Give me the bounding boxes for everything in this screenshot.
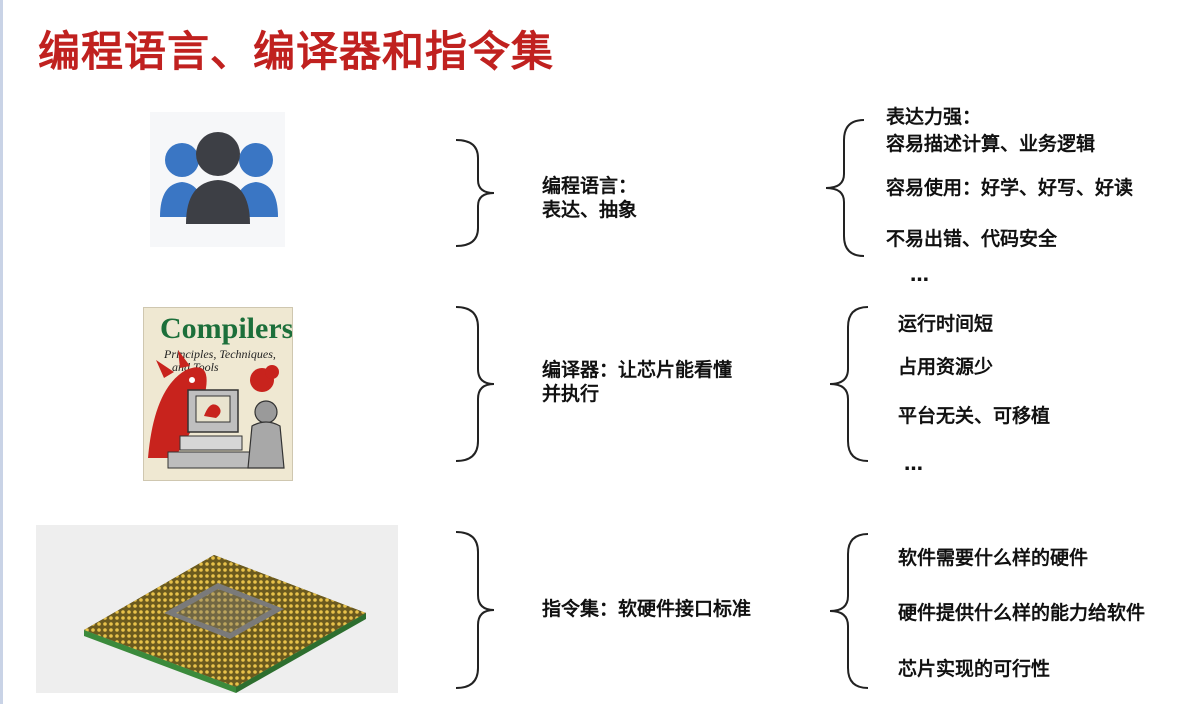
section1-middle-line1: 编程语言：	[542, 175, 638, 197]
cpu-chip-icon	[84, 555, 366, 693]
left-brace-3	[455, 531, 495, 689]
section2-item-1: 运行时间短	[898, 313, 994, 335]
right-brace-3	[829, 533, 869, 689]
dragon-knight-illustration	[148, 350, 285, 469]
people-illustration	[150, 112, 285, 247]
section1-item-1: 表达力强：	[886, 106, 982, 128]
cpu-chip-photo	[36, 525, 398, 693]
section1-item-3: 容易使用：好学、好写、好读	[886, 177, 1134, 199]
section1-item-ellipsis: …	[910, 264, 929, 286]
section1-item-2: 容易描述计算、业务逻辑	[886, 133, 1096, 155]
right-brace-1	[825, 119, 865, 257]
section3-item-3: 芯片实现的可行性	[898, 658, 1051, 680]
section3-middle-line1: 指令集：软硬件接口标准	[542, 598, 752, 620]
left-brace-2	[455, 306, 495, 462]
section3-item-2: 硬件提供什么样的能力给软件	[898, 602, 1146, 624]
left-brace-1	[455, 139, 495, 247]
slide-title: 编程语言、编译器和指令集	[38, 27, 555, 76]
right-brace-2	[829, 306, 869, 462]
section2-middle-line2: 并执行	[542, 383, 600, 405]
section2-item-ellipsis: …	[904, 453, 923, 475]
section1-middle-line2: 表达、抽象	[542, 199, 638, 221]
section1-middle: 编程语言： 表达、抽象	[542, 174, 637, 222]
section2-item-3: 平台无关、可移植	[898, 405, 1051, 427]
section3-item-1: 软件需要什么样的硬件	[898, 547, 1089, 569]
section2-middle: 编译器：让芯片能看懂 并执行	[542, 358, 732, 406]
section1-item-4: 不易出错、代码安全	[886, 228, 1058, 250]
section2-item-2: 占用资源少	[898, 356, 994, 378]
left-edge-rule	[0, 0, 3, 704]
section2-middle-line1: 编译器：让芯片能看懂	[542, 359, 733, 381]
people-icon	[160, 132, 278, 224]
compilers-book-cover: Compilers Principles, Techniques, and To…	[143, 307, 293, 481]
section3-middle: 指令集：软硬件接口标准	[542, 597, 751, 621]
